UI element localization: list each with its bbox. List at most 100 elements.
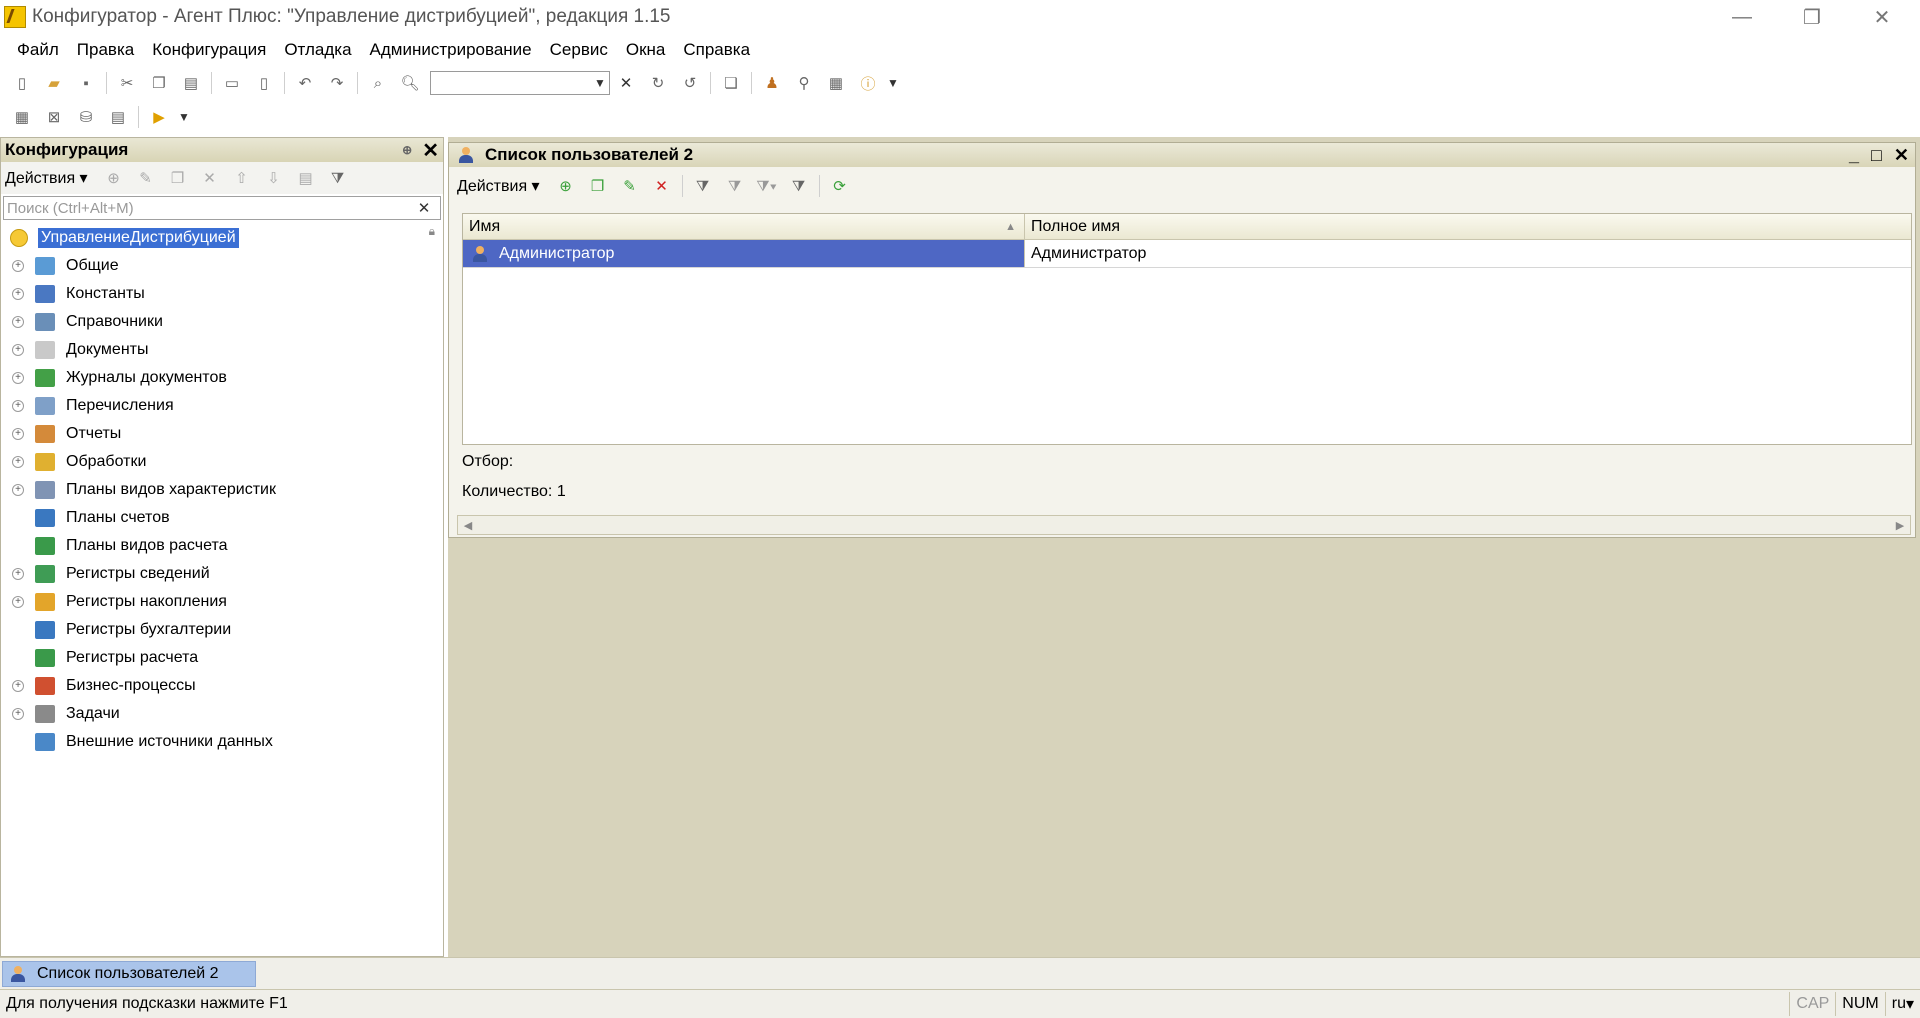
cut-icon[interactable]: ✂ bbox=[116, 72, 138, 94]
clear-search-icon[interactable]: ✕ bbox=[413, 197, 435, 219]
refresh-icon[interactable]: ⟳ bbox=[829, 175, 851, 197]
menu-service[interactable]: Сервис bbox=[541, 40, 617, 60]
table-row[interactable]: Администратор Администратор bbox=[463, 240, 1911, 268]
tree-item-label[interactable]: Регистры накопления bbox=[66, 593, 227, 611]
pin-icon[interactable]: ⊕ bbox=[402, 143, 412, 157]
close-icon[interactable]: ✕ bbox=[422, 138, 439, 163]
expand-icon[interactable]: + bbox=[12, 568, 24, 580]
expand-icon[interactable]: + bbox=[12, 316, 24, 328]
chevron-down-icon[interactable]: ▼ bbox=[175, 110, 193, 124]
syntax-helper-icon[interactable]: ♟ bbox=[761, 72, 783, 94]
tree-item-label[interactable]: Отчеты bbox=[66, 425, 121, 443]
tree-item-label[interactable]: Задачи bbox=[66, 705, 120, 723]
tree-item-label[interactable]: Перечисления bbox=[66, 397, 174, 415]
horizontal-scrollbar[interactable]: ◀ ▶ bbox=[457, 515, 1911, 535]
tree-item-label[interactable]: Регистры бухгалтерии bbox=[66, 621, 231, 639]
run-debug-icon[interactable]: ▶ bbox=[148, 106, 170, 128]
actions-menu-button[interactable]: Действия ▾ bbox=[457, 176, 540, 196]
move-up-icon[interactable]: ⇧ bbox=[231, 167, 253, 189]
tree-item-label[interactable]: Планы видов характеристик bbox=[66, 481, 276, 499]
config-search-placeholder[interactable]: Поиск (Ctrl+Alt+M) bbox=[7, 200, 134, 217]
menu-help[interactable]: Справка bbox=[674, 40, 759, 60]
chevron-down-icon[interactable]: ▼ bbox=[591, 76, 609, 90]
menu-administration[interactable]: Администрирование bbox=[361, 40, 541, 60]
add-icon[interactable]: ⊕ bbox=[103, 167, 125, 189]
tree-item[interactable]: + Задачи bbox=[1, 700, 443, 728]
find-next-icon[interactable]: ↻ bbox=[647, 72, 669, 94]
windows-icon[interactable]: ❏ bbox=[720, 72, 742, 94]
tree-item[interactable]: + Справочники bbox=[1, 308, 443, 336]
delete-icon[interactable]: ✕ bbox=[651, 175, 673, 197]
expand-icon[interactable]: + bbox=[12, 680, 24, 692]
help-book-icon[interactable]: ▦ bbox=[825, 72, 847, 94]
tree-item[interactable]: + Бизнес-процессы bbox=[1, 672, 443, 700]
tree-item-label[interactable]: Внешние источники данных bbox=[66, 733, 273, 751]
tree-item-label[interactable]: Документы bbox=[66, 341, 148, 359]
expand-icon[interactable]: + bbox=[12, 400, 24, 412]
tree-item-label[interactable]: Общие bbox=[66, 257, 119, 275]
expand-icon[interactable]: + bbox=[12, 708, 24, 720]
filter-history-icon[interactable]: ⧩▾ bbox=[756, 175, 778, 197]
tree-item[interactable]: + Документы bbox=[1, 336, 443, 364]
menu-windows[interactable]: Окна bbox=[617, 40, 675, 60]
expand-icon[interactable]: + bbox=[12, 456, 24, 468]
search-icon[interactable]: 🔍︎ bbox=[399, 72, 421, 94]
tree-item[interactable]: + Перечисления bbox=[1, 392, 443, 420]
tree-item[interactable]: + Обработки bbox=[1, 448, 443, 476]
save-icon[interactable]: ▪ bbox=[75, 72, 97, 94]
tree-item[interactable]: Внешние источники данных bbox=[1, 728, 443, 756]
redo-icon[interactable]: ↷ bbox=[326, 72, 348, 94]
edit-icon[interactable]: ✎ bbox=[619, 175, 641, 197]
paste-icon[interactable]: ▤ bbox=[180, 72, 202, 94]
close-window-button[interactable]: ✕ bbox=[1852, 0, 1912, 34]
find-in-files-icon[interactable]: ⌕ bbox=[367, 72, 389, 94]
column-header-full-name[interactable]: Полное имя bbox=[1025, 214, 1911, 239]
search-help-icon[interactable]: ⚲ bbox=[793, 72, 815, 94]
copy-icon[interactable]: ❐ bbox=[148, 72, 170, 94]
tree-item-label[interactable]: Справочники bbox=[66, 313, 163, 331]
tree-item[interactable]: + Планы видов характеристик bbox=[1, 476, 443, 504]
edit-icon[interactable]: ✎ bbox=[135, 167, 157, 189]
cell-full-name[interactable]: Администратор bbox=[1031, 245, 1146, 263]
window-tab-user-list[interactable]: Список пользователей 2 bbox=[2, 961, 256, 987]
move-down-icon[interactable]: ⇩ bbox=[263, 167, 285, 189]
copy-item-icon[interactable]: ❐ bbox=[167, 167, 189, 189]
tree-item-label[interactable]: Планы счетов bbox=[66, 509, 170, 527]
tree-item[interactable]: Планы видов расчета bbox=[1, 532, 443, 560]
config-search-input[interactable]: Поиск (Ctrl+Alt+M) ✕ bbox=[3, 196, 441, 220]
open-folder-icon[interactable]: ▰ bbox=[43, 72, 65, 94]
tree-root-label[interactable]: УправлениеДистрибуцией bbox=[38, 228, 239, 248]
chevron-down-icon[interactable]: ▼ bbox=[884, 76, 902, 90]
clear-filter-icon[interactable]: ⧩ bbox=[788, 175, 810, 197]
expand-icon[interactable]: + bbox=[12, 428, 24, 440]
tree-item[interactable]: Регистры расчета bbox=[1, 644, 443, 672]
maximize-icon[interactable]: □ bbox=[1871, 145, 1882, 166]
expand-icon[interactable]: + bbox=[12, 260, 24, 272]
expand-icon[interactable]: + bbox=[12, 484, 24, 496]
tree-item[interactable]: + Регистры сведений bbox=[1, 560, 443, 588]
tree-root[interactable]: УправлениеДистрибуцией 🔒︎ bbox=[1, 224, 443, 252]
search-combo[interactable]: ▼ bbox=[430, 71, 610, 95]
tree-item[interactable]: + Журналы документов bbox=[1, 364, 443, 392]
undo-icon[interactable]: ↶ bbox=[294, 72, 316, 94]
scroll-left-icon[interactable]: ◀ bbox=[458, 519, 478, 532]
column-header-name[interactable]: Имя ▲ bbox=[463, 214, 1025, 239]
tree-item-label[interactable]: Константы bbox=[66, 285, 145, 303]
tree-item[interactable]: + Отчеты bbox=[1, 420, 443, 448]
scroll-right-icon[interactable]: ▶ bbox=[1890, 519, 1910, 532]
copy-item-icon[interactable]: ❐ bbox=[587, 175, 609, 197]
tree-item-label[interactable]: Регистры сведений bbox=[66, 565, 210, 583]
table-icon[interactable]: ▤ bbox=[107, 106, 129, 128]
cell-name[interactable]: Администратор bbox=[499, 245, 614, 263]
filter-by-value-icon[interactable]: ⧩ bbox=[724, 175, 746, 197]
close-icon[interactable]: ✕ bbox=[1894, 145, 1909, 166]
language-selector[interactable]: ru ▾ bbox=[1884, 992, 1920, 1016]
config-tree-icon[interactable]: ▦ bbox=[11, 106, 33, 128]
add-icon[interactable]: ⊕ bbox=[555, 175, 577, 197]
tree-item[interactable]: + Общие bbox=[1, 252, 443, 280]
menu-file[interactable]: Файл bbox=[8, 40, 68, 60]
expand-icon[interactable]: + bbox=[12, 344, 24, 356]
tree-item-label[interactable]: Планы видов расчета bbox=[66, 537, 228, 555]
clear-search-icon[interactable]: ✕ bbox=[615, 72, 637, 94]
tree-item-label[interactable]: Бизнес-процессы bbox=[66, 677, 196, 695]
